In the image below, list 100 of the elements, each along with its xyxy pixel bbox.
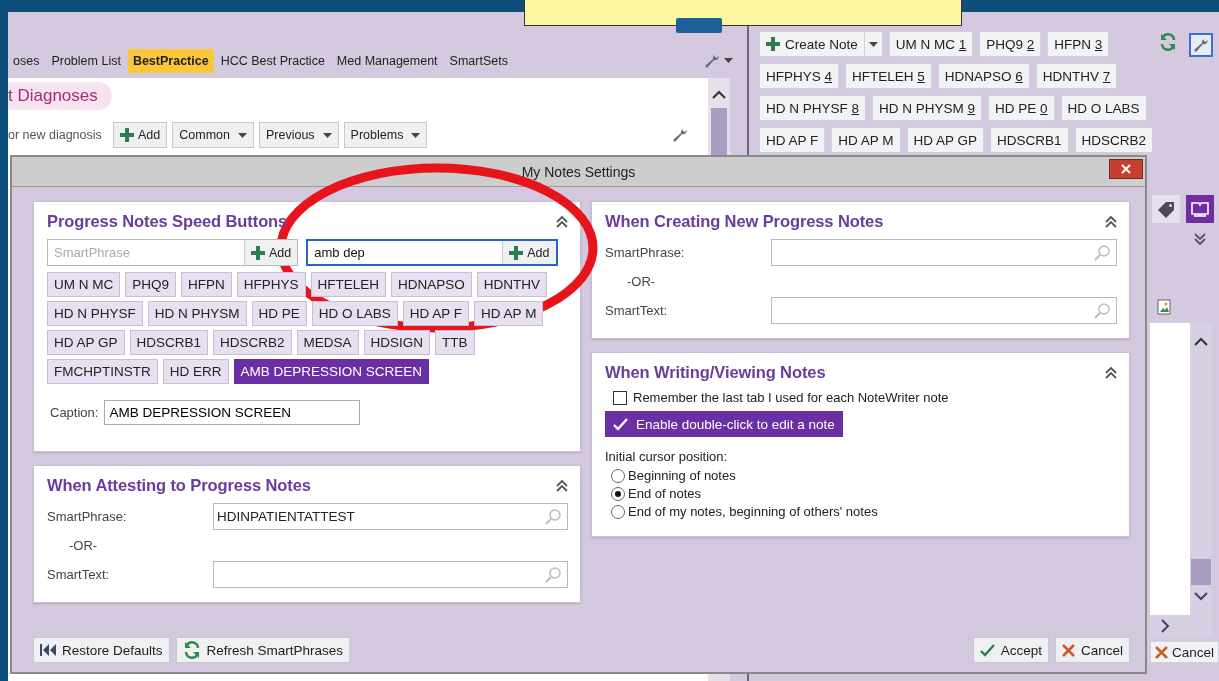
speed-button[interactable]: HDSCRB2 [213, 330, 292, 355]
close-icon [1121, 164, 1131, 174]
search-field[interactable]: HDINPATIENTATTEST [213, 503, 568, 530]
dropdown-button[interactable]: Problems [343, 122, 428, 148]
speed-button[interactable]: HD AP M [831, 127, 901, 153]
collapse-button[interactable] [1105, 366, 1117, 379]
tab[interactable]: Problem List [46, 48, 126, 73]
speed-button[interactable]: HD O LABS [311, 301, 398, 326]
tag-button[interactable] [1152, 195, 1180, 223]
search-field[interactable] [771, 239, 1117, 266]
section-title: Progress Notes Speed Buttons [47, 212, 288, 231]
speed-button[interactable]: HD O LABS [1060, 95, 1147, 121]
tab[interactable]: oses [8, 48, 45, 73]
speed-button[interactable]: HFPHYS 4 [759, 63, 840, 89]
tab[interactable]: HCC Best Practice [215, 48, 330, 73]
speed-button[interactable]: HDNAPSO [391, 272, 472, 297]
speed-button[interactable]: HD ERR [162, 359, 229, 384]
cancel-button[interactable]: Cancel [1054, 637, 1130, 663]
dialog-title: My Notes Settings [521, 163, 636, 180]
speed-button[interactable]: HDSIGN [363, 330, 431, 355]
image-icon [1157, 299, 1171, 315]
speed-button[interactable]: HDNAPSO 6 [937, 63, 1030, 89]
radio-button[interactable] [611, 486, 625, 501]
speed-button[interactable]: HD AP F [402, 301, 470, 326]
caret-icon [724, 58, 733, 63]
or-label: -OR- [627, 274, 656, 289]
speed-button[interactable]: TTB [435, 330, 475, 355]
speed-button[interactable]: HD N PHYSF 8 [759, 95, 867, 121]
section-title: t Diagnoses [8, 82, 112, 110]
speed-button[interactable]: HFTELEH [310, 272, 387, 297]
checkbox[interactable] [613, 390, 627, 405]
add-button[interactable]: Add [244, 240, 298, 265]
book-button[interactable] [1186, 195, 1214, 223]
speed-button[interactable]: HD PE [251, 301, 307, 326]
speed-button[interactable]: AMB DEPRESSION SCREEN [233, 359, 430, 384]
speed-button[interactable]: HD N PHYSM 9 [872, 95, 983, 121]
speed-button[interactable]: HD AP M [474, 301, 544, 326]
speed-button[interactable]: FMCHPTINSTR [47, 359, 158, 384]
wrench-icon [704, 52, 720, 69]
refresh-button[interactable]: Refresh SmartPhrases [175, 637, 351, 663]
smartphrase-field[interactable]: amb dep Add [306, 239, 558, 266]
collapse-icon [1105, 215, 1117, 228]
speed-button[interactable]: HFPN [181, 272, 232, 297]
speed-button[interactable]: HDSCRB1 [990, 127, 1069, 153]
skip-back-icon [40, 643, 56, 657]
accept-button[interactable]: Accept [972, 637, 1049, 663]
tab[interactable]: Med Management [331, 48, 443, 73]
speed-button[interactable]: HD PE 0 [988, 95, 1055, 121]
caret-icon [322, 132, 332, 138]
search-icon [1094, 244, 1110, 261]
scrollbar-thumb[interactable] [1191, 559, 1211, 585]
speed-button[interactable]: HDNTHV 7 [1035, 63, 1118, 89]
add-button[interactable]: Add [502, 241, 556, 264]
collapse-button[interactable] [556, 215, 568, 228]
speed-button[interactable]: HD AP GP [47, 330, 125, 355]
radio-button[interactable] [611, 468, 625, 483]
dropdown-button[interactable]: Common [172, 122, 254, 148]
plus-icon [766, 37, 780, 51]
speed-button[interactable]: HFTELEH 5 [845, 63, 932, 89]
speed-button[interactable]: HD AP F [759, 127, 826, 153]
tab[interactable]: BestPractice [127, 48, 214, 73]
search-icon [1094, 302, 1110, 319]
settings-button[interactable] [1189, 33, 1213, 57]
check-icon [613, 417, 628, 431]
speed-button[interactable]: HDNTHV [476, 272, 548, 297]
add-button[interactable]: Add [113, 122, 168, 148]
collapse-button[interactable] [1105, 215, 1117, 228]
cancel-button[interactable]: Cancel [1150, 641, 1219, 663]
settings-menu-button[interactable] [704, 52, 733, 69]
speed-button[interactable]: HFPHYS [236, 272, 306, 297]
speed-button[interactable]: PHQ9 [125, 272, 176, 297]
close-button[interactable] [1109, 159, 1143, 179]
tag-icon [1157, 200, 1175, 218]
create-note-button[interactable]: Create Note [759, 31, 865, 57]
section-title: When Attesting to Progress Notes [47, 476, 311, 495]
smartphrase-field[interactable]: SmartPhrase Add [47, 239, 299, 266]
scrollbar[interactable] [1190, 323, 1212, 615]
restore-defaults-button[interactable]: Restore Defaults [33, 637, 170, 663]
speed-button[interactable]: UM N MC 1 [888, 31, 974, 57]
caption-field[interactable]: AMB DEPRESSION SCREEN [104, 400, 361, 425]
collapse-button[interactable] [556, 479, 568, 492]
speed-button[interactable]: HD AP GP [906, 127, 985, 153]
radio-label: End of notes [628, 486, 701, 501]
speed-button[interactable]: HDSCRB1 [129, 330, 209, 355]
speed-button[interactable]: HFPN 3 [1047, 31, 1110, 57]
search-field[interactable] [213, 561, 568, 588]
speed-button[interactable]: PHQ9 2 [979, 31, 1042, 57]
horizontal-scrollbar[interactable] [1150, 615, 1212, 637]
speed-button[interactable]: HD N PHYSM [147, 301, 247, 326]
speed-button[interactable]: HD N PHYSF [47, 301, 143, 326]
speed-button[interactable]: MEDSA [296, 330, 359, 355]
caret-icon [868, 41, 878, 47]
field-label: SmartPhrase: [47, 509, 128, 524]
dropdown-button[interactable]: Previous [258, 122, 339, 148]
speed-button[interactable]: HDSCRB2 [1074, 127, 1154, 153]
radio-button[interactable] [611, 504, 625, 519]
tab[interactable]: SmartSets [444, 48, 513, 73]
toggle-button[interactable]: Enable double-click to edit a note [605, 411, 843, 437]
speed-button[interactable]: UM N MC [47, 272, 121, 297]
search-field[interactable] [771, 297, 1117, 324]
